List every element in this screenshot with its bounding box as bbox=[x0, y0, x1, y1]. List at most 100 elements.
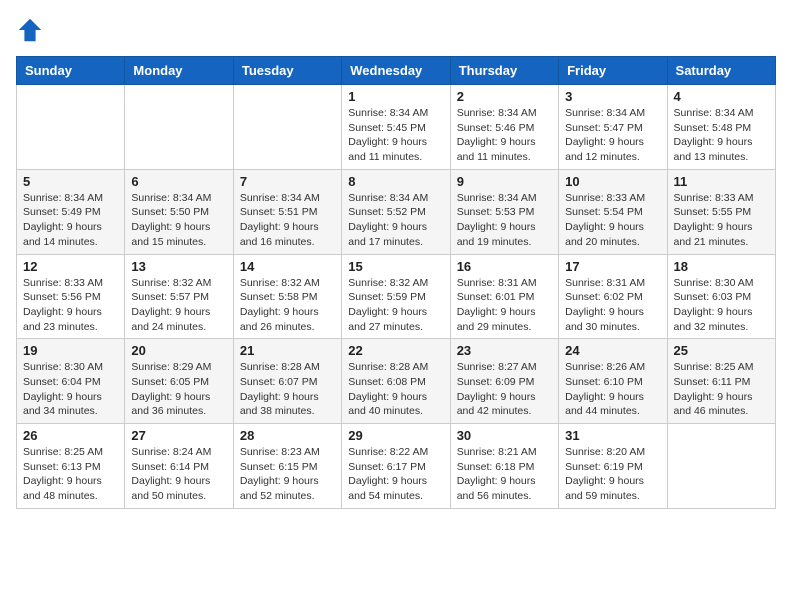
day-number: 2 bbox=[457, 89, 552, 104]
calendar-week-row: 5 Sunrise: 8:34 AM Sunset: 5:49 PM Daylig… bbox=[17, 169, 776, 254]
day-info: Sunrise: 8:28 AM Sunset: 6:07 PM Dayligh… bbox=[240, 360, 335, 419]
day-number: 30 bbox=[457, 428, 552, 443]
calendar-table: SundayMondayTuesdayWednesdayThursdayFrid… bbox=[16, 56, 776, 509]
calendar-cell bbox=[667, 424, 775, 509]
calendar-cell: 1 Sunrise: 8:34 AM Sunset: 5:45 PM Daylig… bbox=[342, 85, 450, 170]
day-info: Sunrise: 8:21 AM Sunset: 6:18 PM Dayligh… bbox=[457, 445, 552, 504]
calendar-cell: 30 Sunrise: 8:21 AM Sunset: 6:18 PM Dayli… bbox=[450, 424, 558, 509]
column-header-tuesday: Tuesday bbox=[233, 57, 341, 85]
day-number: 31 bbox=[565, 428, 660, 443]
calendar-cell: 31Sunrise: 8:20 AM Sunset: 6:19 PM Dayli… bbox=[559, 424, 667, 509]
day-number: 20 bbox=[131, 343, 226, 358]
day-number: 8 bbox=[348, 174, 443, 189]
column-header-wednesday: Wednesday bbox=[342, 57, 450, 85]
day-info: Sunrise: 8:31 AM Sunset: 6:01 PM Dayligh… bbox=[457, 276, 552, 335]
day-info: Sunrise: 8:32 AM Sunset: 5:58 PM Dayligh… bbox=[240, 276, 335, 335]
day-info: Sunrise: 8:34 AM Sunset: 5:50 PM Dayligh… bbox=[131, 191, 226, 250]
day-number: 5 bbox=[23, 174, 118, 189]
calendar-week-row: 19 Sunrise: 8:30 AM Sunset: 6:04 PM Dayli… bbox=[17, 339, 776, 424]
calendar-cell: 23 Sunrise: 8:27 AM Sunset: 6:09 PM Dayli… bbox=[450, 339, 558, 424]
day-number: 19 bbox=[23, 343, 118, 358]
day-info: Sunrise: 8:27 AM Sunset: 6:09 PM Dayligh… bbox=[457, 360, 552, 419]
calendar-cell: 12 Sunrise: 8:33 AM Sunset: 5:56 PM Dayli… bbox=[17, 254, 125, 339]
calendar-cell: 8Sunrise: 8:34 AM Sunset: 5:52 PM Daylig… bbox=[342, 169, 450, 254]
calendar-cell bbox=[17, 85, 125, 170]
day-info: Sunrise: 8:34 AM Sunset: 5:49 PM Dayligh… bbox=[23, 191, 118, 250]
column-header-saturday: Saturday bbox=[667, 57, 775, 85]
calendar-cell: 27 Sunrise: 8:24 AM Sunset: 6:14 PM Dayli… bbox=[125, 424, 233, 509]
calendar-cell: 2 Sunrise: 8:34 AM Sunset: 5:46 PM Daylig… bbox=[450, 85, 558, 170]
calendar-cell: 10 Sunrise: 8:33 AM Sunset: 5:54 PM Dayli… bbox=[559, 169, 667, 254]
day-number: 22 bbox=[348, 343, 443, 358]
day-info: Sunrise: 8:34 AM Sunset: 5:47 PM Dayligh… bbox=[565, 106, 660, 165]
calendar-cell: 14 Sunrise: 8:32 AM Sunset: 5:58 PM Dayli… bbox=[233, 254, 341, 339]
day-number: 13 bbox=[131, 259, 226, 274]
calendar-cell: 18Sunrise: 8:30 AM Sunset: 6:03 PM Dayli… bbox=[667, 254, 775, 339]
calendar-cell: 16 Sunrise: 8:31 AM Sunset: 6:01 PM Dayli… bbox=[450, 254, 558, 339]
calendar-cell bbox=[233, 85, 341, 170]
calendar-cell: 11Sunrise: 8:33 AM Sunset: 5:55 PM Dayli… bbox=[667, 169, 775, 254]
day-number: 7 bbox=[240, 174, 335, 189]
day-info: Sunrise: 8:34 AM Sunset: 5:51 PM Dayligh… bbox=[240, 191, 335, 250]
day-number: 14 bbox=[240, 259, 335, 274]
calendar-cell: 5 Sunrise: 8:34 AM Sunset: 5:49 PM Daylig… bbox=[17, 169, 125, 254]
logo-icon bbox=[16, 16, 44, 44]
day-number: 6 bbox=[131, 174, 226, 189]
calendar-cell: 9 Sunrise: 8:34 AM Sunset: 5:53 PM Daylig… bbox=[450, 169, 558, 254]
calendar-week-row: 26Sunrise: 8:25 AM Sunset: 6:13 PM Dayli… bbox=[17, 424, 776, 509]
calendar-cell: 28Sunrise: 8:23 AM Sunset: 6:15 PM Dayli… bbox=[233, 424, 341, 509]
day-number: 27 bbox=[131, 428, 226, 443]
day-number: 11 bbox=[674, 174, 769, 189]
day-info: Sunrise: 8:25 AM Sunset: 6:11 PM Dayligh… bbox=[674, 360, 769, 419]
day-info: Sunrise: 8:33 AM Sunset: 5:56 PM Dayligh… bbox=[23, 276, 118, 335]
day-info: Sunrise: 8:32 AM Sunset: 5:57 PM Dayligh… bbox=[131, 276, 226, 335]
calendar-cell: 25 Sunrise: 8:25 AM Sunset: 6:11 PM Dayli… bbox=[667, 339, 775, 424]
day-info: Sunrise: 8:24 AM Sunset: 6:14 PM Dayligh… bbox=[131, 445, 226, 504]
day-info: Sunrise: 8:34 AM Sunset: 5:48 PM Dayligh… bbox=[674, 106, 769, 165]
column-header-thursday: Thursday bbox=[450, 57, 558, 85]
day-info: Sunrise: 8:32 AM Sunset: 5:59 PM Dayligh… bbox=[348, 276, 443, 335]
day-info: Sunrise: 8:22 AM Sunset: 6:17 PM Dayligh… bbox=[348, 445, 443, 504]
day-number: 24 bbox=[565, 343, 660, 358]
day-info: Sunrise: 8:25 AM Sunset: 6:13 PM Dayligh… bbox=[23, 445, 118, 504]
calendar-cell: 26Sunrise: 8:25 AM Sunset: 6:13 PM Dayli… bbox=[17, 424, 125, 509]
logo bbox=[16, 16, 46, 44]
day-number: 25 bbox=[674, 343, 769, 358]
day-info: Sunrise: 8:34 AM Sunset: 5:53 PM Dayligh… bbox=[457, 191, 552, 250]
day-number: 29 bbox=[348, 428, 443, 443]
day-info: Sunrise: 8:29 AM Sunset: 6:05 PM Dayligh… bbox=[131, 360, 226, 419]
calendar-cell: 3 Sunrise: 8:34 AM Sunset: 5:47 PM Daylig… bbox=[559, 85, 667, 170]
calendar-cell: 24 Sunrise: 8:26 AM Sunset: 6:10 PM Dayli… bbox=[559, 339, 667, 424]
day-info: Sunrise: 8:30 AM Sunset: 6:04 PM Dayligh… bbox=[23, 360, 118, 419]
column-header-monday: Monday bbox=[125, 57, 233, 85]
day-number: 15 bbox=[348, 259, 443, 274]
column-header-sunday: Sunday bbox=[17, 57, 125, 85]
day-number: 12 bbox=[23, 259, 118, 274]
calendar-cell: 29 Sunrise: 8:22 AM Sunset: 6:17 PM Dayli… bbox=[342, 424, 450, 509]
day-number: 10 bbox=[565, 174, 660, 189]
day-info: Sunrise: 8:26 AM Sunset: 6:10 PM Dayligh… bbox=[565, 360, 660, 419]
day-number: 3 bbox=[565, 89, 660, 104]
calendar-cell: 13 Sunrise: 8:32 AM Sunset: 5:57 PM Dayli… bbox=[125, 254, 233, 339]
day-info: Sunrise: 8:31 AM Sunset: 6:02 PM Dayligh… bbox=[565, 276, 660, 335]
calendar-cell: 20 Sunrise: 8:29 AM Sunset: 6:05 PM Dayli… bbox=[125, 339, 233, 424]
day-info: Sunrise: 8:34 AM Sunset: 5:46 PM Dayligh… bbox=[457, 106, 552, 165]
calendar-cell bbox=[125, 85, 233, 170]
calendar-cell: 19 Sunrise: 8:30 AM Sunset: 6:04 PM Dayli… bbox=[17, 339, 125, 424]
day-number: 23 bbox=[457, 343, 552, 358]
day-number: 1 bbox=[348, 89, 443, 104]
page-header bbox=[16, 16, 776, 44]
day-number: 16 bbox=[457, 259, 552, 274]
day-number: 9 bbox=[457, 174, 552, 189]
calendar-cell: 22Sunrise: 8:28 AM Sunset: 6:08 PM Dayli… bbox=[342, 339, 450, 424]
calendar-cell: 6 Sunrise: 8:34 AM Sunset: 5:50 PM Daylig… bbox=[125, 169, 233, 254]
calendar-cell: 21 Sunrise: 8:28 AM Sunset: 6:07 PM Dayli… bbox=[233, 339, 341, 424]
day-info: Sunrise: 8:33 AM Sunset: 5:54 PM Dayligh… bbox=[565, 191, 660, 250]
calendar-cell: 15 Sunrise: 8:32 AM Sunset: 5:59 PM Dayli… bbox=[342, 254, 450, 339]
day-number: 28 bbox=[240, 428, 335, 443]
day-info: Sunrise: 8:34 AM Sunset: 5:45 PM Dayligh… bbox=[348, 106, 443, 165]
column-header-friday: Friday bbox=[559, 57, 667, 85]
day-number: 21 bbox=[240, 343, 335, 358]
day-info: Sunrise: 8:30 AM Sunset: 6:03 PM Dayligh… bbox=[674, 276, 769, 335]
day-number: 17 bbox=[565, 259, 660, 274]
